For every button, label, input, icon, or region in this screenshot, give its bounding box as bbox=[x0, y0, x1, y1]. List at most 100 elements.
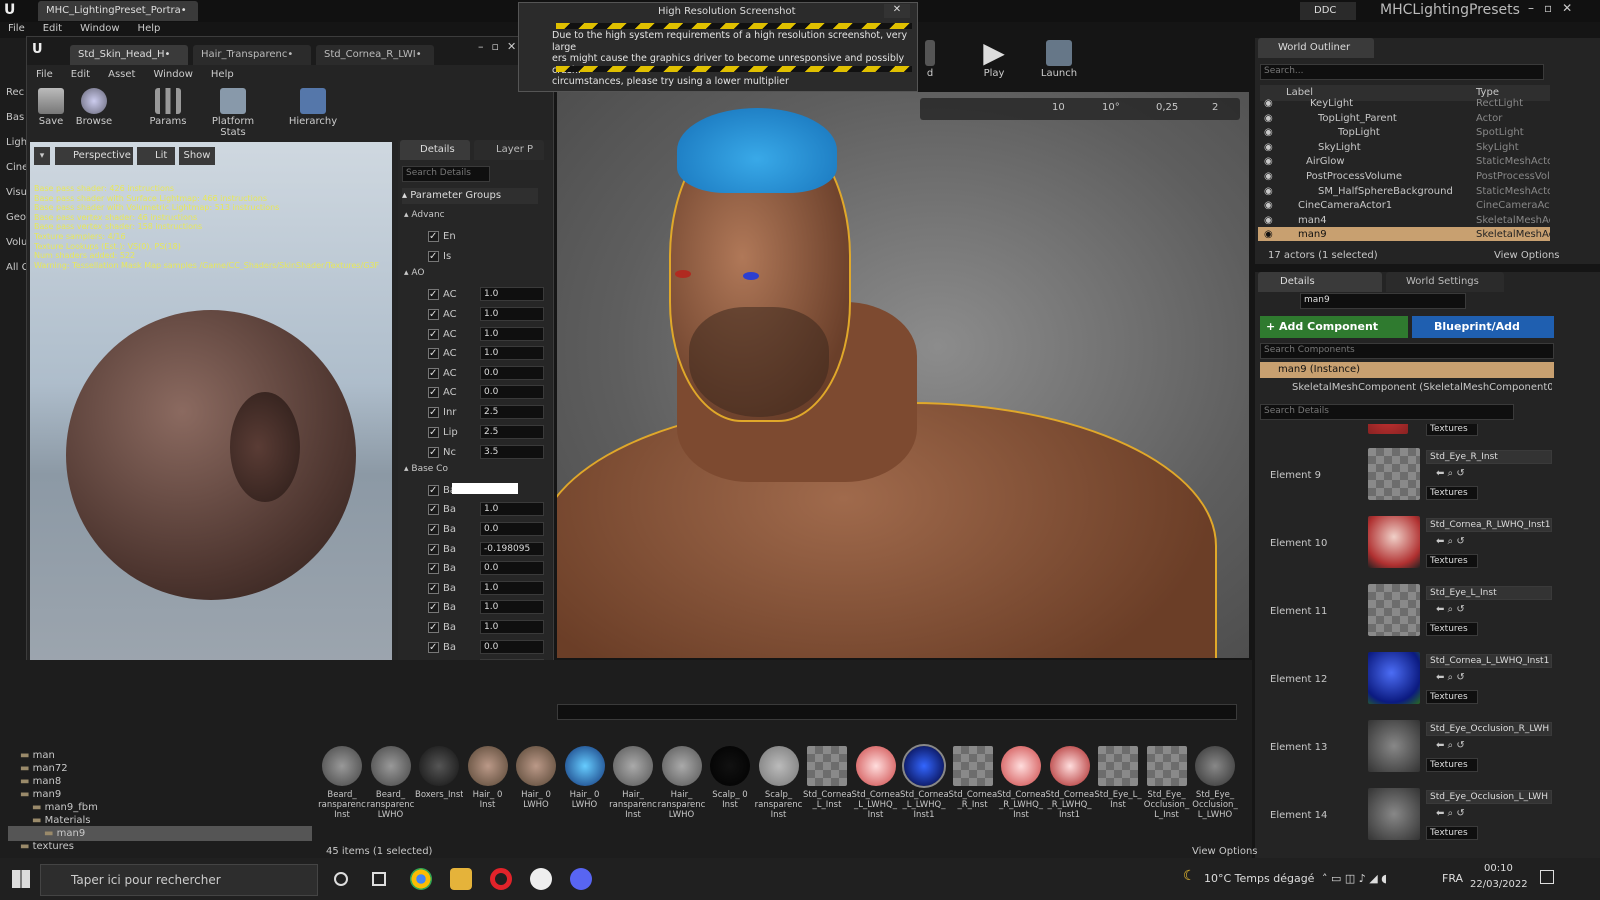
textures-dropdown[interactable]: Textures bbox=[1426, 622, 1478, 636]
menu-window[interactable]: Window bbox=[80, 23, 119, 34]
asset-thumbnail[interactable] bbox=[855, 746, 896, 786]
param-value-field[interactable]: 2.5 bbox=[480, 405, 544, 419]
param-value-field[interactable]: 0.0 bbox=[480, 640, 544, 654]
menu-file[interactable]: File bbox=[8, 23, 25, 34]
param-checkbox[interactable] bbox=[428, 502, 439, 517]
asset-thumbnail[interactable] bbox=[710, 746, 750, 786]
actor-name-input[interactable]: man9 bbox=[1300, 293, 1466, 309]
asset-thumbnail[interactable] bbox=[1195, 746, 1235, 786]
asset-thumbnail[interactable] bbox=[758, 746, 799, 786]
asset-thumbnail[interactable] bbox=[807, 746, 847, 786]
window-controls[interactable]: –▫✕ bbox=[1528, 1, 1582, 15]
add-component-button[interactable]: + Add Component bbox=[1260, 316, 1408, 338]
param-row[interactable]: Ba -0.198095 bbox=[428, 542, 550, 557]
asset-thumbnail[interactable] bbox=[419, 746, 459, 786]
asset-thumbnail[interactable] bbox=[1001, 746, 1041, 786]
asset-thumbnail[interactable] bbox=[564, 746, 605, 786]
search-components-input[interactable]: Search Components bbox=[1260, 343, 1554, 359]
param-value-field[interactable]: 1.0 bbox=[480, 581, 544, 595]
param-row[interactable]: Inr 2.5 bbox=[428, 405, 550, 420]
param-checkbox[interactable] bbox=[428, 483, 439, 498]
outliner-row[interactable]: ◉ SkyLight SkyLight bbox=[1258, 140, 1550, 154]
material-thumbnail[interactable] bbox=[1368, 720, 1420, 772]
outliner-row[interactable]: ◉ man4 SkeletalMeshActo bbox=[1258, 213, 1550, 227]
dialog-close-button[interactable]: ✕ bbox=[884, 4, 910, 18]
param-checkbox[interactable] bbox=[428, 445, 439, 460]
lit-button[interactable]: Lit bbox=[137, 147, 175, 165]
param-row[interactable]: AC 1.0 bbox=[428, 307, 550, 322]
main-menu[interactable]: File Edit Window Help bbox=[8, 23, 178, 37]
param-checkbox[interactable] bbox=[428, 522, 439, 537]
param-row[interactable]: Ba 1.0 bbox=[428, 600, 550, 615]
me-browse-button[interactable]: Browse bbox=[74, 88, 114, 127]
param-value-field[interactable]: 0.0 bbox=[480, 385, 544, 399]
material-actions-icon[interactable]: ⬅ ⌕ ↺ bbox=[1436, 468, 1465, 479]
textures-dropdown[interactable]: Textures bbox=[1426, 758, 1478, 772]
perspective-button[interactable]: Perspective bbox=[55, 147, 133, 165]
material-thumbnail[interactable] bbox=[1368, 788, 1420, 840]
asset-thumbnail[interactable] bbox=[902, 744, 946, 788]
visibility-eye-icon[interactable]: ◉ bbox=[1264, 169, 1273, 184]
param-value-field[interactable]: -0.198095 bbox=[480, 542, 544, 556]
param-value-field[interactable]: 1.0 bbox=[480, 600, 544, 614]
material-dropdown[interactable]: Std_Cornea_L_LWHQ_Inst1 bbox=[1426, 654, 1552, 668]
param-checkbox[interactable] bbox=[428, 581, 439, 596]
material-dropdown[interactable]: Std_Eye_Occlusion_R_LWH bbox=[1426, 722, 1552, 736]
param-checkbox[interactable] bbox=[428, 307, 439, 322]
param-value-field[interactable]: 1.0 bbox=[480, 346, 544, 360]
param-row[interactable]: AC 0.0 bbox=[428, 385, 550, 400]
param-checkbox[interactable] bbox=[428, 561, 439, 576]
menu-edit[interactable]: Edit bbox=[43, 23, 62, 34]
toolbar-partial-button[interactable]: d bbox=[920, 40, 940, 79]
blueprint-add-script-button[interactable]: Blueprint/Add Script bbox=[1412, 316, 1554, 355]
details-tab[interactable]: Details bbox=[1258, 272, 1382, 292]
me-platform-stats-button[interactable]: Platform Stats bbox=[198, 88, 268, 138]
material-actions-icon[interactable]: ⬅ ⌕ ↺ bbox=[1436, 536, 1465, 547]
param-row[interactable]: Ba 1.0 bbox=[428, 502, 550, 517]
asset-thumbnail[interactable] bbox=[1049, 746, 1090, 786]
asset-thumbnail[interactable] bbox=[467, 746, 508, 786]
outliner-row[interactable]: ◉ CineCameraActor1 CineCameraActor bbox=[1258, 198, 1550, 212]
me-save-button[interactable]: Save bbox=[34, 88, 68, 127]
material-thumbnail[interactable] bbox=[1368, 516, 1420, 568]
me-tab-cornea[interactable]: Std_Cornea_R_LWI• bbox=[316, 45, 434, 65]
me-menu-file[interactable]: File bbox=[36, 69, 53, 80]
me-menu-help[interactable]: Help bbox=[211, 69, 234, 80]
tray-icons[interactable]: ˄ ▭ ◫ ♪ ◢ ◖ bbox=[1322, 872, 1387, 885]
param-value-field[interactable]: 1.0 bbox=[480, 287, 544, 301]
place-mode-volu[interactable]: Volu bbox=[6, 237, 27, 248]
world-settings-tab[interactable]: World Settings bbox=[1386, 272, 1504, 292]
param-checkbox[interactable] bbox=[428, 327, 439, 342]
visibility-eye-icon[interactable]: ◉ bbox=[1264, 96, 1273, 111]
asset-thumbnail[interactable] bbox=[1098, 746, 1138, 786]
param-value-field[interactable]: 0.0 bbox=[480, 561, 544, 575]
section-ao[interactable]: ▴ AO bbox=[404, 268, 424, 278]
material-thumbnail[interactable] bbox=[1368, 652, 1420, 704]
param-row[interactable]: Ba 1.0 bbox=[428, 620, 550, 635]
param-row[interactable]: AC 1.0 bbox=[428, 327, 550, 342]
me-menu-window[interactable]: Window bbox=[153, 69, 192, 80]
outliner-row[interactable]: ◉ man9 SkeletalMeshActo bbox=[1258, 227, 1550, 242]
visibility-eye-icon[interactable]: ◉ bbox=[1264, 111, 1273, 126]
material-dropdown[interactable]: Std_Eye_Occlusion_L_LWH bbox=[1426, 790, 1552, 804]
asset-thumbnail[interactable] bbox=[322, 746, 362, 786]
textures-dropdown[interactable]: Textures bbox=[1426, 554, 1478, 568]
material-actions-icon[interactable]: ⬅ ⌕ ↺ bbox=[1436, 740, 1465, 751]
section-advanced[interactable]: ▴ Advanc bbox=[404, 210, 445, 220]
param-groups-header[interactable]: ▴ Parameter Groups bbox=[402, 188, 538, 204]
rotation-snap-value[interactable]: 10° bbox=[1102, 102, 1120, 113]
material-dropdown[interactable]: Std_Eye_L_Inst bbox=[1426, 586, 1552, 600]
param-checkbox[interactable] bbox=[428, 425, 439, 440]
param-checkbox[interactable] bbox=[428, 405, 439, 420]
asset-thumbnail[interactable] bbox=[1146, 746, 1187, 786]
material-thumbnail[interactable] bbox=[1368, 448, 1420, 500]
file-explorer-icon[interactable] bbox=[450, 868, 472, 890]
launch-button[interactable]: Launch bbox=[1034, 40, 1084, 79]
me-hierarchy-button[interactable]: Hierarchy bbox=[288, 88, 338, 127]
material-thumbnail[interactable] bbox=[1368, 584, 1420, 636]
scale-snap-value[interactable]: 0,25 bbox=[1156, 102, 1178, 113]
outliner-row[interactable]: ◉ TopLight_Parent Actor bbox=[1258, 111, 1550, 125]
camera-speed-value[interactable]: 2 bbox=[1212, 102, 1218, 113]
base-color-swatch[interactable] bbox=[452, 483, 518, 494]
visibility-eye-icon[interactable]: ◉ bbox=[1264, 125, 1273, 140]
